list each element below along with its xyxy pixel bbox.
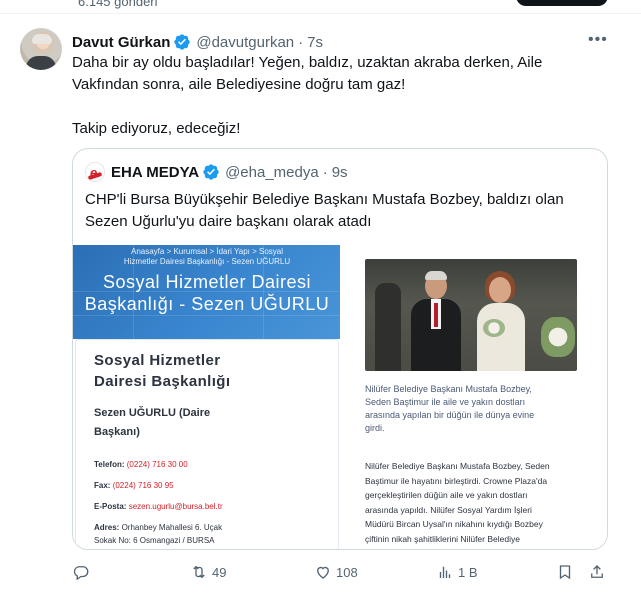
eha-medya-logo: e (85, 162, 105, 182)
tweet-header: Davut Gürkan @davutgurkan · 7s (72, 32, 323, 52)
retweet-count: 49 (212, 564, 227, 580)
verified-badge-icon (203, 164, 219, 180)
page-banner: Anasayfa > Kurumsal > İdari Yapı > Sosya… (73, 245, 340, 339)
tweet-text: Daha bir ay oldu başladılar! Yeğen, bald… (72, 52, 602, 140)
breadcrumb: Anasayfa > Kurumsal > İdari Yapı > Sosya… (130, 247, 283, 256)
views-count: 1 B (458, 564, 478, 580)
views-icon (439, 566, 451, 578)
tweet-text-line: Takip ediyoruz, edeceğiz! (72, 120, 241, 137)
tweet-time[interactable]: 7s (307, 34, 323, 51)
separator-dot: · (322, 163, 328, 181)
quote-text: CHP'li Bursa Büyükşehir Belediye Başkanı… (85, 189, 595, 233)
phone-row: Telefon: (0224) 716 30 00 (94, 460, 188, 469)
retweet-button[interactable]: 49 (190, 562, 226, 582)
bookmark-icon (559, 565, 571, 580)
author-name[interactable]: Davut Gürkan (72, 34, 170, 51)
tweet-actions: 49 108 1 B (72, 560, 608, 584)
media-image-news[interactable]: Nilüfer Belediye Başkanı Mustafa Bozbey,… (343, 245, 607, 549)
share-button[interactable] (588, 562, 606, 582)
address-row-2: Sokak No: 6 Osmangazi / BURSA (94, 536, 215, 545)
quote-header: e EHA MEDYA @eha_medya · 9s (85, 162, 348, 182)
photo-caption: Nilüfer Belediye Başkanı Mustafa Bozbey,… (365, 384, 535, 433)
contact-panel: Sosyal Hizmetler Dairesi Başkanlığı Seze… (75, 339, 339, 549)
separator-dot: · (298, 33, 304, 51)
like-count: 108 (336, 564, 358, 580)
reply-button[interactable] (72, 562, 90, 582)
author-handle[interactable]: @davutgurkan (196, 34, 294, 51)
like-button[interactable]: 108 (314, 562, 358, 582)
verified-badge-icon (174, 34, 191, 50)
quoted-tweet[interactable]: e EHA MEDYA @eha_medya · 9s CHP'li Bursa… (72, 148, 608, 550)
panel-title: Sosyal Hizmetler Dairesi Başkanlığı (94, 352, 231, 390)
quote-text-line: CHP'li Bursa Büyükşehir Belediye Başkanı… (85, 191, 564, 208)
reply-icon (73, 566, 89, 581)
post-count: 6.145 gönderi (78, 0, 158, 9)
person-name: Sezen UĞURLU (Daire Başkanı) (94, 407, 211, 438)
wedding-photo (365, 259, 577, 371)
fax-row: Fax: (0224) 716 30 95 (94, 481, 174, 490)
heart-icon (317, 566, 329, 579)
banner-title: Sosyal Hizmetler Dairesi Başkanlığı - Se… (84, 272, 330, 314)
quote-text-line: Sezen Uğurlu'yu daire başkanı olarak ata… (85, 213, 372, 230)
views-button[interactable]: 1 B (436, 562, 478, 582)
tweet-text-line: Daha bir ay oldu başladılar! Yeğen, bald… (72, 54, 543, 71)
retweet-icon (193, 565, 205, 579)
quote-time[interactable]: 9s (332, 164, 348, 181)
top-bar: 6.145 gönderi (0, 0, 641, 14)
email-row: E-Posta: sezen.ugurlu@bursa.bel.tr (94, 502, 223, 511)
breadcrumb: Hizmetler Dairesi Başkanlığı - Sezen UĞU… (123, 257, 291, 266)
address-row: Adres: Orhanbey Mahallesi 6. Uçak (94, 523, 223, 532)
share-icon (591, 565, 603, 578)
bookmark-button[interactable] (556, 562, 574, 582)
quote-author-handle[interactable]: @eha_medya (225, 164, 319, 181)
media-image-website[interactable]: Anasayfa > Kurumsal > İdari Yapı > Sosya… (73, 245, 341, 549)
avatar[interactable] (20, 28, 62, 70)
quote-media[interactable]: Anasayfa > Kurumsal > İdari Yapı > Sosya… (73, 245, 607, 549)
follow-button[interactable] (516, 0, 608, 6)
quote-author-name[interactable]: EHA MEDYA (111, 164, 199, 181)
more-options-icon[interactable]: ••• (588, 30, 608, 50)
tweet-text-line: Vakfından sonra, aile Belediyesine doğru… (72, 76, 406, 93)
article-body: Nilüfer Belediye Başkanı Mustafa Bozbey,… (365, 461, 550, 544)
